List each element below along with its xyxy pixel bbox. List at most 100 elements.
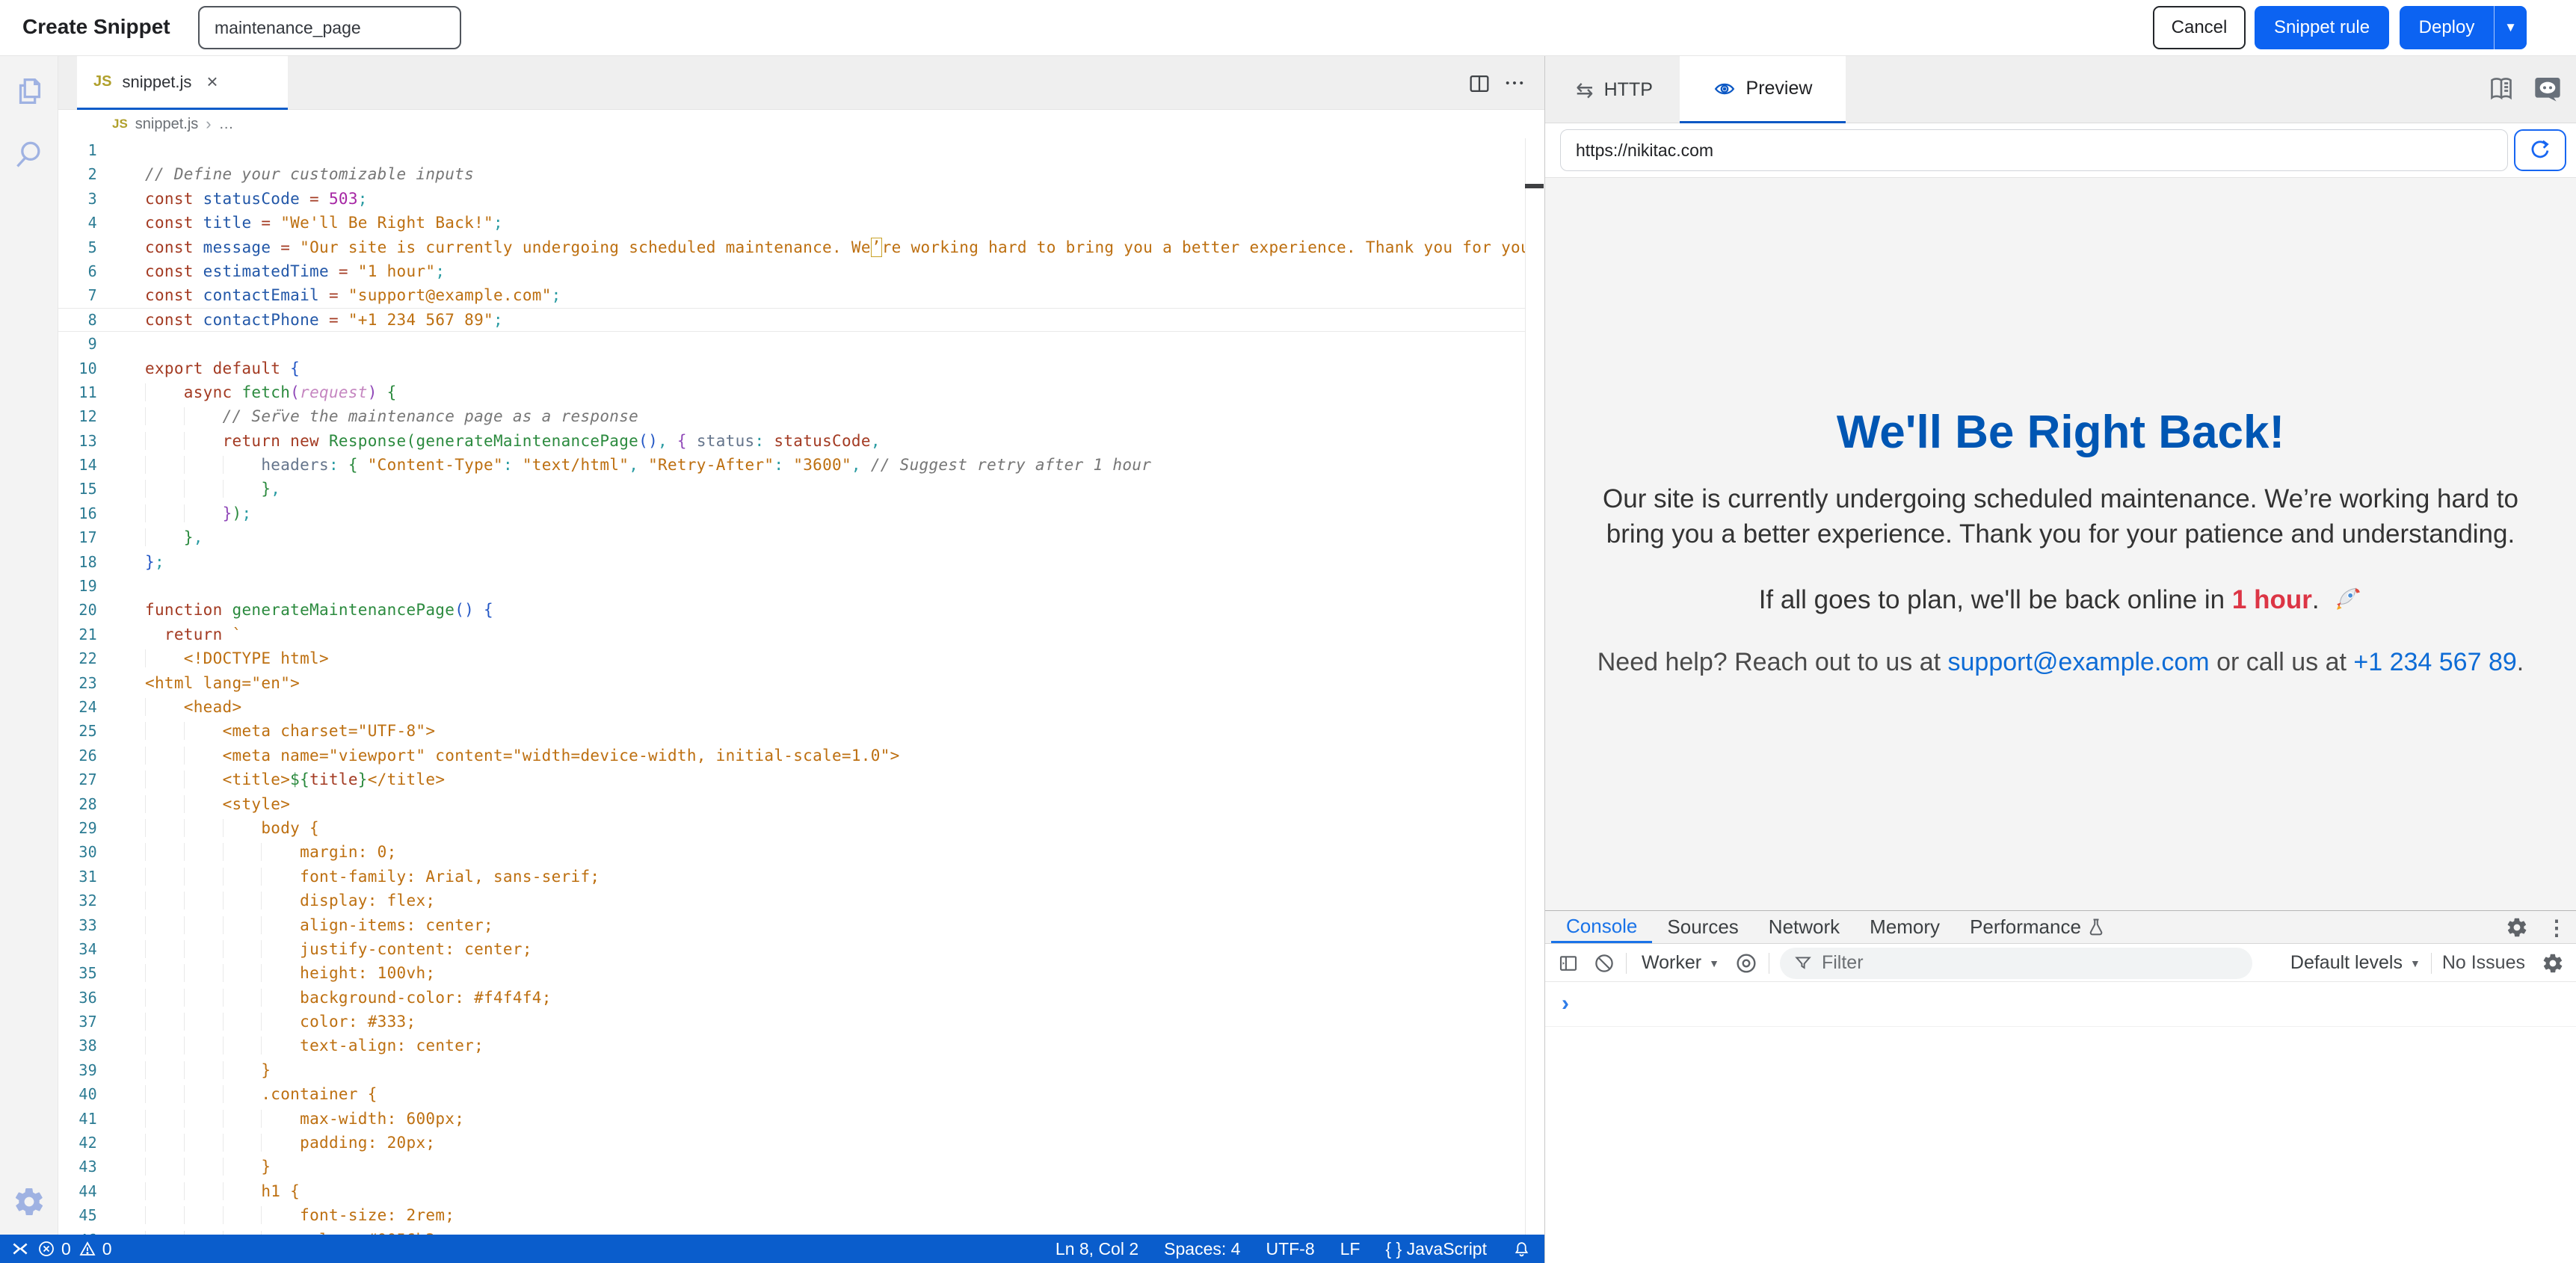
code-line[interactable]: 1	[58, 138, 1525, 162]
remote-indicator-icon[interactable]	[10, 1239, 30, 1259]
code-line[interactable]: 23<html lang="en">	[58, 671, 1525, 695]
code-line[interactable]: 31 font-family: Arial, sans-serif;	[58, 865, 1525, 889]
console-filter-input[interactable]: Filter	[1780, 948, 2252, 979]
code-line[interactable]: 6const estimatedTime = "1 hour";	[58, 259, 1525, 283]
code-line[interactable]: 13 return new Response(generateMaintenan…	[58, 429, 1525, 453]
code-line[interactable]: 30 margin: 0;	[58, 840, 1525, 864]
search-icon[interactable]	[10, 135, 48, 173]
clear-console-icon[interactable]	[1593, 952, 1615, 975]
discord-chat-icon[interactable]	[2533, 74, 2563, 104]
tab-preview[interactable]: Preview	[1680, 56, 1846, 123]
eol-sequence[interactable]: LF	[1340, 1239, 1361, 1259]
docs-book-icon[interactable]	[2486, 74, 2516, 104]
code-line[interactable]: 9	[58, 332, 1525, 356]
devtools-tab-network[interactable]: Network	[1754, 911, 1855, 943]
code-line[interactable]: 26 <meta name="viewport" content="width=…	[58, 744, 1525, 768]
breadcrumb-more[interactable]: …	[219, 116, 234, 133]
cancel-button[interactable]: Cancel	[2153, 6, 2246, 49]
devtools-tab-memory[interactable]: Memory	[1855, 911, 1955, 943]
code-line[interactable]: 46 color: #0056b3;	[58, 1228, 1525, 1235]
close-tab-icon[interactable]: ×	[206, 70, 218, 93]
code-line[interactable]: 11 async fetch(request) {…	[58, 380, 1525, 404]
code-line[interactable]: 36 background-color: #f4f4f4;	[58, 986, 1525, 1010]
indentation[interactable]: Spaces: 4	[1164, 1239, 1240, 1259]
refresh-button[interactable]	[2514, 129, 2566, 171]
http-arrows-icon: ⇆	[1576, 78, 1593, 102]
settings-gear-icon[interactable]	[10, 1183, 48, 1220]
snippet-name-input[interactable]	[198, 6, 461, 49]
code-line[interactable]: 38 text-align: center;	[58, 1034, 1525, 1057]
console-sidebar-toggle-icon[interactable]	[1557, 952, 1580, 975]
code-line[interactable]: 8const contactPhone = "+1 234 567 89";	[58, 308, 1525, 332]
code-line[interactable]: 19	[58, 574, 1525, 598]
code-line[interactable]: 21 return `	[58, 623, 1525, 646]
code-line[interactable]: 24 <head>	[58, 695, 1525, 719]
breadcrumb[interactable]: JS snippet.js › …	[58, 110, 1544, 138]
editor-scrollbar[interactable]	[1525, 138, 1544, 1235]
code-line[interactable]: 42 padding: 20px;	[58, 1131, 1525, 1155]
code-line[interactable]: 20function generateMaintenancePage() {	[58, 598, 1525, 622]
code-line[interactable]: 16 });	[58, 501, 1525, 525]
code-line[interactable]: 37 color: #333;	[58, 1010, 1525, 1034]
devtools-tab-performance[interactable]: Performance	[1955, 911, 2096, 943]
code-line[interactable]: 2// Define your customizable inputs	[58, 162, 1525, 186]
code-line[interactable]: 45 font-size: 2rem;	[58, 1203, 1525, 1227]
code-line[interactable]: 29 body {	[58, 816, 1525, 840]
code-line[interactable]: 5const message = "Our site is currently …	[58, 235, 1525, 259]
split-editor-icon[interactable]	[1467, 71, 1492, 96]
issues-counter[interactable]: No Issues	[2442, 952, 2525, 974]
code-line[interactable]: 10export default {	[58, 356, 1525, 380]
log-levels-select[interactable]: Default levels▼	[2290, 952, 2421, 974]
devtools-tab-sources[interactable]: Sources	[1652, 911, 1753, 943]
url-row	[1545, 123, 2576, 177]
console-prompt[interactable]: ›	[1562, 991, 1569, 1016]
live-expression-eye-icon[interactable]	[1734, 951, 1758, 975]
breadcrumb-file[interactable]: snippet.js	[135, 116, 199, 133]
js-lang-icon: JS	[112, 117, 128, 132]
code-line[interactable]: 39 }	[58, 1058, 1525, 1082]
code-line[interactable]: 17 },	[58, 525, 1525, 549]
code-line[interactable]: 3const statusCode = 503;	[58, 187, 1525, 211]
editor-more-actions-icon[interactable]: •••	[1500, 71, 1532, 95]
code-line[interactable]: 40 .container {	[58, 1082, 1525, 1106]
code-line[interactable]: 41 max-width: 600px;	[58, 1107, 1525, 1131]
notifications-bell-icon[interactable]	[1512, 1240, 1531, 1259]
tab-snippet-js[interactable]: JS snippet.js ×	[77, 56, 288, 110]
code-line[interactable]: 32 display: flex;	[58, 889, 1525, 912]
code-line[interactable]: 35 height: 100vh;	[58, 961, 1525, 985]
code-line[interactable]: 15 },	[58, 477, 1525, 501]
code-line[interactable]: 44 h1 {	[58, 1179, 1525, 1203]
code-line[interactable]: 4const title = "We'll Be Right Back!";	[58, 211, 1525, 235]
snippet-rule-button[interactable]: Snippet rule	[2255, 6, 2389, 49]
code-line[interactable]: 18};	[58, 550, 1525, 574]
phone-link[interactable]: +1 234 567 89	[2353, 648, 2516, 676]
support-email-link[interactable]: support@example.com	[1948, 648, 2210, 676]
console-output[interactable]: ›	[1545, 982, 2576, 1027]
devtools-tab-console[interactable]: Console	[1551, 911, 1652, 943]
kebab-menu-icon[interactable]: ⋮	[2546, 915, 2567, 940]
deploy-dropdown-caret[interactable]: ▼	[2494, 6, 2527, 49]
code-line[interactable]: 33 align-items: center;	[58, 913, 1525, 937]
encoding[interactable]: UTF-8	[1266, 1239, 1314, 1259]
code-line[interactable]: 43 }	[58, 1155, 1525, 1179]
tab-http[interactable]: ⇆ HTTP	[1553, 56, 1676, 123]
code-editor[interactable]: 12// Define your customizable inputs3con…	[58, 138, 1525, 1235]
code-line[interactable]: 28 <style>	[58, 792, 1525, 816]
files-icon[interactable]	[10, 72, 48, 110]
code-line[interactable]: 25 <meta charset="UTF-8">	[58, 719, 1525, 743]
errors-indicator[interactable]: 0	[37, 1239, 71, 1259]
console-settings-gear-icon[interactable]	[2542, 952, 2564, 975]
code-line[interactable]: 12 // Serve the maintenance page as a re…	[58, 404, 1525, 428]
devtools-settings-gear-icon[interactable]	[2506, 916, 2528, 939]
code-line[interactable]: 7const contactEmail = "support@example.c…	[58, 283, 1525, 307]
code-line[interactable]: 27 <title>${title}</title>	[58, 768, 1525, 791]
panel-divider[interactable]	[1544, 56, 1545, 1263]
preview-url-input[interactable]	[1560, 129, 2508, 171]
cursor-position[interactable]: Ln 8, Col 2	[1056, 1239, 1138, 1259]
code-line[interactable]: 34 justify-content: center;	[58, 937, 1525, 961]
warnings-indicator[interactable]: 0	[78, 1239, 112, 1259]
code-line[interactable]: 22 <!DOCTYPE html>	[58, 646, 1525, 670]
execution-context-select[interactable]: Worker▼	[1642, 952, 1719, 974]
code-line[interactable]: 14 headers: { "Content-Type": "text/html…	[58, 453, 1525, 477]
language-mode[interactable]: { } JavaScript	[1385, 1239, 1487, 1259]
